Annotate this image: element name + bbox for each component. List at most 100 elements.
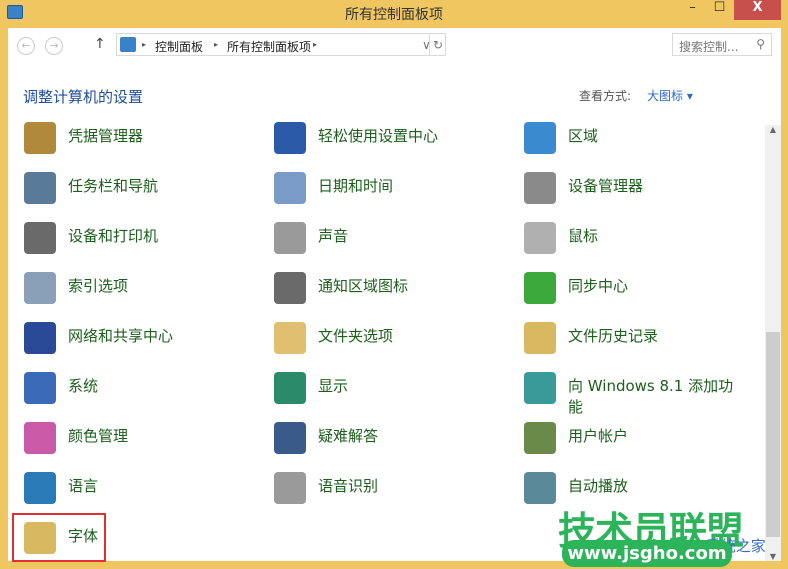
item-notification-area[interactable]: 通知区域图标 [274,270,514,310]
device-manager-icon [524,172,556,204]
display-icon [274,372,306,404]
item-label: 文件夹选项 [318,327,394,345]
control-panel-icon [120,37,136,52]
sync-icon [524,272,556,304]
user-accounts-icon [524,422,556,454]
search-icon[interactable]: ⚲ [756,37,765,51]
minimize-button[interactable]: – [680,0,705,20]
folder-options-icon [274,322,306,354]
scroll-up-arrow[interactable]: ▲ [765,125,781,134]
item-troubleshooting[interactable]: 疑难解答 [274,420,514,460]
item-label: 凭据管理器 [68,127,144,145]
item-mouse[interactable]: 鼠标 [524,220,764,260]
autoplay-icon [524,472,556,504]
item-label: 通知区域图标 [318,277,409,295]
item-taskbar[interactable]: 任务栏和导航 [24,170,264,210]
watermark-url: www.jsgho.com [562,540,732,567]
item-microphone[interactable]: 语音识别 [274,470,514,510]
item-network[interactable]: 网络和共享中心 [24,320,264,360]
scroll-down-arrow[interactable]: ▼ [765,552,781,561]
breadcrumb-control-panel[interactable]: 控制面板 [155,38,203,55]
item-user-accounts[interactable]: 用户帐户 [524,420,764,460]
file-history-icon [524,322,556,354]
item-label: 疑难解答 [318,427,379,445]
address-bar[interactable]: ▸ 控制面板 ▸ 所有控制面板项 ▸ ∨ ↻ [116,33,446,56]
item-file-history[interactable]: 文件历史记录 [524,320,764,360]
item-color-management[interactable]: 颜色管理 [24,420,264,460]
view-by-label: 查看方式: [579,89,632,103]
item-label: 轻松使用设置中心 [318,127,439,145]
breadcrumb-all-items[interactable]: 所有控制面板项 [227,38,311,55]
item-computer[interactable]: 系统 [24,370,264,410]
back-button[interactable]: ← [17,37,35,55]
search-input[interactable]: 搜索控制... ⚲ [672,33,772,56]
divider [429,34,430,55]
language-icon [24,472,56,504]
maximize-button[interactable]: ☐ [707,0,732,20]
refresh-button[interactable]: ↻ [433,38,443,52]
breadcrumb-separator: ▸ [142,40,147,49]
item-label: 任务栏和导航 [68,177,159,195]
item-credential-vault[interactable]: 凭据管理器 [24,120,264,160]
item-label: 语言 [68,477,99,495]
calendar-clock-icon [274,172,306,204]
item-label: 显示 [318,377,349,395]
mouse-icon [524,222,556,254]
breadcrumb-separator: ▸ [214,40,219,49]
computer-icon [24,372,56,404]
item-folder-options[interactable]: 文件夹选项 [274,320,514,360]
item-label: 用户帐户 [568,427,629,445]
item-label: 鼠标 [568,227,599,245]
item-label: 网络和共享中心 [68,327,174,345]
item-language[interactable]: 语言 [24,470,264,510]
item-label: 声音 [318,227,349,245]
item-sync[interactable]: 同步中心 [524,270,764,310]
globe-clock-icon [524,122,556,154]
item-label: 语音识别 [318,477,379,495]
troubleshooting-icon [274,422,306,454]
search-placeholder: 搜索控制... [679,40,739,54]
notification-area-icon [274,272,306,304]
item-magnifier[interactable]: 索引选项 [24,270,264,310]
ease-of-access-icon [274,122,306,154]
scrollbar-thumb[interactable] [766,332,780,537]
item-label: 日期和时间 [318,177,394,195]
item-label: 设备管理器 [568,177,644,195]
breadcrumb-separator: ▸ [313,40,318,49]
page-title: 调整计算机的设置 [23,88,144,106]
taskbar-icon [24,172,56,204]
color-management-icon [24,422,56,454]
view-by-dropdown[interactable]: 大图标 ▾ [647,87,693,104]
item-label: 区域 [568,127,599,145]
item-label: 同步中心 [568,277,629,295]
item-add-features[interactable]: 向 Windows 8.1 添加功能 [524,370,764,416]
vertical-scrollbar[interactable]: ▲ ▼ [765,125,781,561]
title-bar: 所有控制面板项 – ☐ X [0,0,788,27]
highlight-box [12,513,106,562]
network-icon [24,322,56,354]
credential-vault-icon [24,122,56,154]
item-label: 索引选项 [68,277,129,295]
window-title: 所有控制面板项 [345,7,443,23]
magnifier-icon [24,272,56,304]
item-calendar-clock[interactable]: 日期和时间 [274,170,514,210]
close-button[interactable]: X [734,0,781,20]
item-display[interactable]: 显示 [274,370,514,410]
printer-icon [24,222,56,254]
item-device-manager[interactable]: 设备管理器 [524,170,764,210]
item-printer[interactable]: 设备和打印机 [24,220,264,260]
item-label: 颜色管理 [68,427,129,445]
up-button[interactable]: ↑ [94,36,106,52]
speaker-icon [274,222,306,254]
item-label: 文件历史记录 [568,327,659,345]
item-label: 向 Windows 8.1 添加功能 [568,377,734,416]
item-globe-clock[interactable]: 区域 [524,120,764,160]
microphone-icon [274,472,306,504]
add-features-icon [524,372,556,404]
item-label: 自动播放 [568,477,629,495]
item-label: 设备和打印机 [68,227,159,245]
item-speaker[interactable]: 声音 [274,220,514,260]
item-ease-of-access[interactable]: 轻松使用设置中心 [274,120,514,160]
forward-button[interactable]: → [45,37,63,55]
window-content: ← → ↑ ▸ 控制面板 ▸ 所有控制面板项 ▸ ∨ ↻ 搜索控制... ⚲ 调整… [8,28,781,562]
